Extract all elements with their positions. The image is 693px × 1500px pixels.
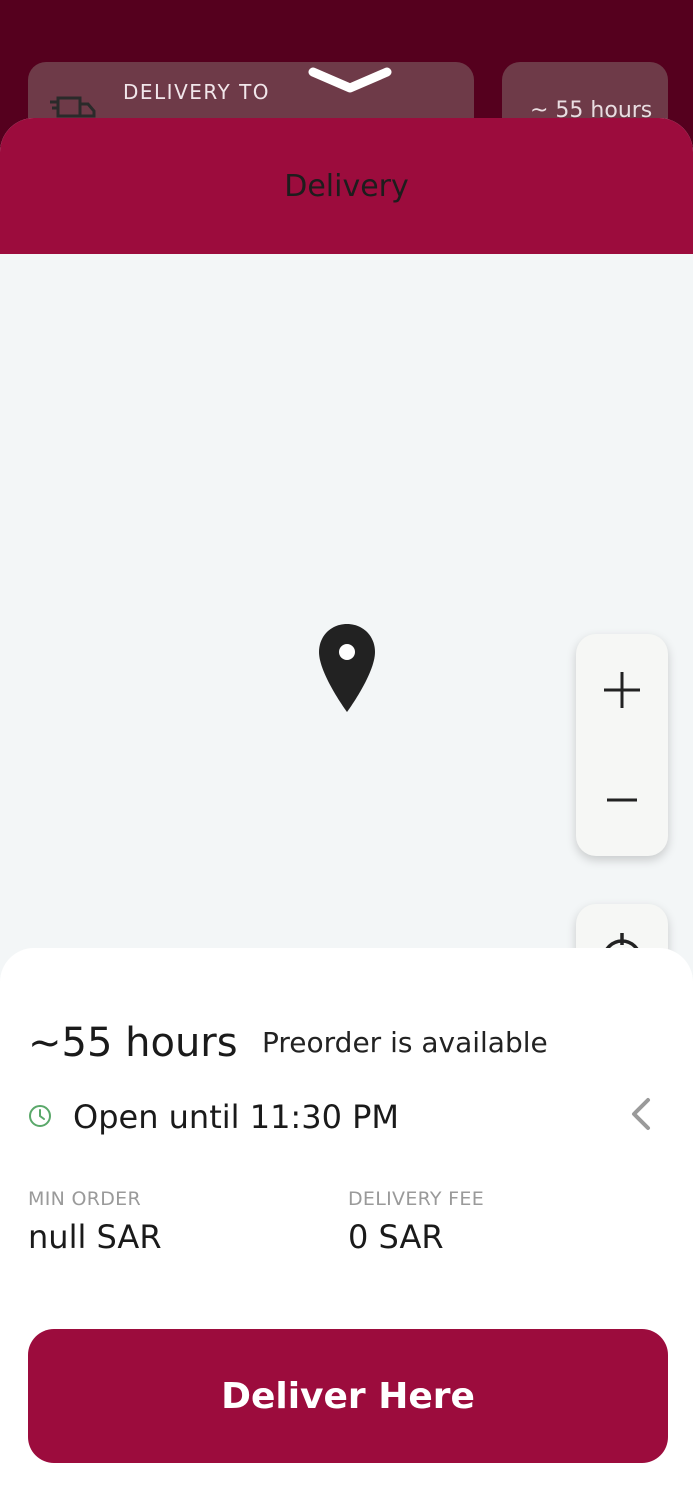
- deliver-here-button[interactable]: Deliver Here: [28, 1329, 668, 1463]
- plus-icon: [604, 672, 640, 708]
- sheet-header: Delivery: [0, 118, 693, 254]
- chevron-left-icon[interactable]: [628, 1096, 654, 1132]
- store-info-panel: ~55 hours Preorder is available Open unt…: [0, 948, 693, 1500]
- delivery-fee-label: DELIVERY FEE: [348, 1188, 484, 1210]
- sheet-title: Delivery: [284, 168, 409, 204]
- delivery-fee-value: 0 SAR: [348, 1218, 444, 1256]
- map-pin-icon: [319, 624, 375, 712]
- deliver-here-label: Deliver Here: [221, 1375, 475, 1417]
- zoom-out-button[interactable]: [576, 750, 668, 850]
- zoom-in-button[interactable]: [576, 640, 668, 740]
- chevron-down-icon[interactable]: [305, 60, 395, 96]
- eta-text: ~55 hours: [28, 1020, 238, 1066]
- map-view[interactable]: [0, 254, 693, 1014]
- preorder-text: Preorder is available: [262, 1026, 548, 1059]
- zoom-controls: [576, 634, 668, 856]
- min-order-value: null SAR: [28, 1218, 162, 1256]
- clock-icon: [29, 1105, 51, 1127]
- open-until-text: Open until 11:30 PM: [73, 1098, 399, 1136]
- min-order-label: MIN ORDER: [28, 1188, 141, 1210]
- delivery-to-label: DELIVERY TO: [123, 80, 271, 104]
- minus-icon: [607, 798, 637, 802]
